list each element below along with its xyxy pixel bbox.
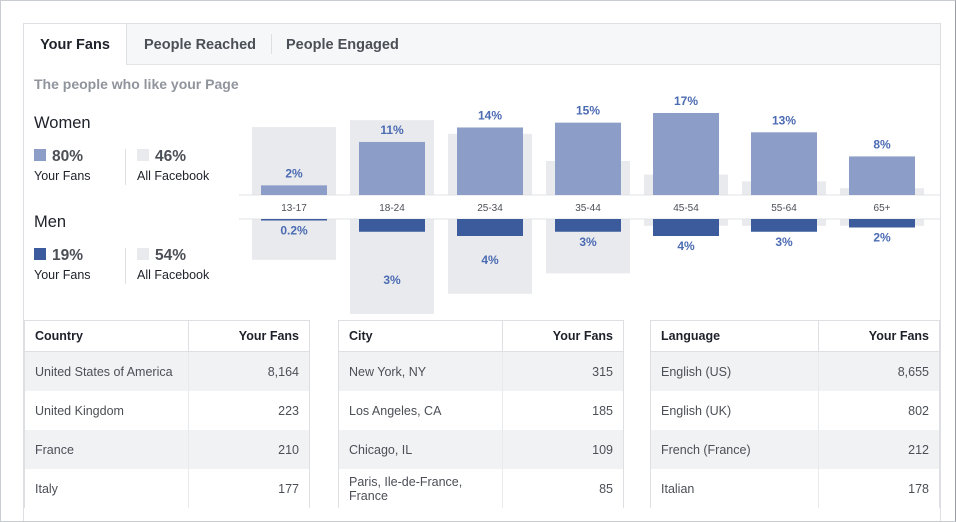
language-name: English (UK) — [651, 391, 819, 430]
women-fans-bar — [457, 127, 523, 195]
language-fans: 178 — [818, 469, 939, 508]
country-name: France — [25, 430, 189, 469]
country-fans-col-header[interactable]: Your Fans — [188, 320, 309, 352]
language-fans: 802 — [818, 391, 939, 430]
country-table-wrap: Country Your Fans United States of Ameri… — [24, 320, 310, 508]
city-fans: 85 — [502, 469, 623, 508]
language-name: Italian — [651, 469, 819, 508]
table-header: Country Your Fans — [25, 320, 309, 352]
men-fans-bar — [849, 219, 915, 228]
table-row[interactable]: Los Angeles, CA 185 — [339, 391, 623, 430]
women-value-label: 15% — [576, 104, 600, 118]
table-row[interactable]: French (France) 212 — [651, 430, 939, 469]
audience-panel: Your Fans People Reached People Engaged … — [23, 23, 941, 521]
women-fans-bar — [555, 122, 621, 195]
city-fans: 185 — [502, 391, 623, 430]
language-col-header[interactable]: Language — [651, 320, 819, 352]
city-fans: 315 — [502, 351, 623, 391]
age-gender-chart: 2% 0.2% 13-17 11% 3% 18-24 14% 4% 25-34 15% 3% 35-4… — [239, 94, 940, 314]
table-row[interactable]: Italy 177 — [25, 469, 309, 508]
country-fans: 223 — [188, 391, 309, 430]
table-row[interactable]: Italian 178 — [651, 469, 939, 508]
city-name: New York, NY — [339, 351, 503, 391]
age-tick-label: 55-64 — [771, 203, 797, 214]
country-fans: 177 — [188, 469, 309, 508]
men-fans-bar — [751, 219, 817, 232]
table-row[interactable]: Paris, Ile-de-France, France 85 — [339, 469, 623, 508]
language-fans: 8,655 — [818, 351, 939, 391]
language-table: Language Your Fans English (US) 8,655 Eng… — [650, 320, 940, 508]
table-row[interactable]: English (UK) 802 — [651, 391, 939, 430]
table-header: Language Your Fans — [651, 320, 939, 352]
city-fans-col-header[interactable]: Your Fans — [502, 320, 623, 352]
age-tick-label: 35-44 — [575, 203, 601, 214]
table-row[interactable]: United Kingdom 223 — [25, 391, 309, 430]
men-fans-bar — [261, 219, 327, 221]
age-tick-label: 45-54 — [673, 203, 699, 214]
language-fans: 212 — [818, 430, 939, 469]
women-value-label: 2% — [285, 166, 303, 180]
table-row[interactable]: Chicago, IL 109 — [339, 430, 623, 469]
age-tick-label: 18-24 — [379, 203, 405, 214]
city-table-wrap: City Your Fans New York, NY 315 Los Angel… — [338, 320, 624, 508]
city-fans: 109 — [502, 430, 623, 469]
city-name: Los Angeles, CA — [339, 391, 503, 430]
women-value-label: 14% — [478, 108, 502, 122]
table-row[interactable]: English (US) 8,655 — [651, 351, 939, 391]
all-facebook-women-bar — [252, 127, 336, 195]
language-table-wrap: Language Your Fans English (US) 8,655 Eng… — [650, 320, 940, 508]
table-header: City Your Fans — [339, 320, 623, 352]
men-value-label: 0.2% — [280, 224, 308, 238]
men-value-label: 4% — [481, 253, 499, 267]
women-fans-bar — [653, 113, 719, 195]
men-value-label: 4% — [677, 239, 695, 253]
country-fans: 8,164 — [188, 351, 309, 391]
men-value-label: 3% — [383, 273, 401, 287]
women-fans-bar — [751, 132, 817, 195]
women-fans-bar — [359, 141, 425, 195]
men-value-label: 2% — [873, 231, 891, 245]
women-value-label: 11% — [380, 123, 404, 137]
women-value-label: 17% — [674, 94, 698, 108]
country-col-header[interactable]: Country — [25, 320, 189, 352]
women-fans-bar — [261, 185, 327, 195]
country-name: United Kingdom — [25, 391, 189, 430]
men-fans-bar — [653, 219, 719, 236]
table-row[interactable]: United States of America 8,164 — [25, 351, 309, 391]
all-facebook-men-bar — [350, 219, 434, 314]
age-tick-label: 25-34 — [477, 203, 503, 214]
city-col-header[interactable]: City — [339, 320, 503, 352]
men-fans-bar — [555, 219, 621, 232]
city-name: Chicago, IL — [339, 430, 503, 469]
language-name: French (France) — [651, 430, 819, 469]
language-fans-col-header[interactable]: Your Fans — [818, 320, 939, 352]
country-name: United States of America — [25, 351, 189, 391]
country-table: Country Your Fans United States of Ameri… — [24, 320, 310, 508]
men-value-label: 3% — [579, 235, 597, 249]
country-fans: 210 — [188, 430, 309, 469]
men-value-label: 3% — [775, 235, 793, 249]
age-tick-label: 13-17 — [281, 203, 307, 214]
language-name: English (US) — [651, 351, 819, 391]
men-fans-bar — [457, 219, 523, 236]
city-table: City Your Fans New York, NY 315 Los Angel… — [338, 320, 624, 508]
country-name: Italy — [25, 469, 189, 508]
men-fans-bar — [359, 219, 425, 232]
women-value-label: 13% — [772, 113, 796, 127]
table-row[interactable]: France 210 — [25, 430, 309, 469]
city-name: Paris, Ile-de-France, France — [339, 469, 503, 508]
age-tick-label: 65+ — [874, 203, 891, 214]
women-value-label: 8% — [873, 137, 891, 151]
table-row[interactable]: New York, NY 315 — [339, 351, 623, 391]
women-fans-bar — [849, 156, 915, 195]
